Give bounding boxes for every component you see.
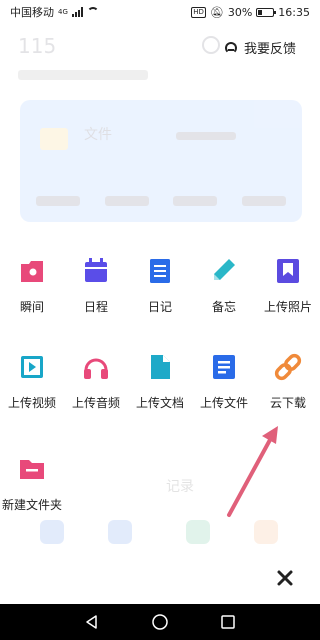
- menu-item-upload-video[interactable]: 上传视频: [0, 352, 64, 411]
- moment-icon: [21, 261, 43, 282]
- new-folder-icon: [20, 460, 44, 479]
- background-count: 115: [18, 34, 57, 58]
- network-tag: 4G: [58, 8, 68, 16]
- menu-item-schedule[interactable]: 日程: [64, 256, 128, 315]
- system-nav-bar: [0, 604, 320, 640]
- diary-icon: [150, 259, 170, 283]
- menu-item-label: 上传照片: [263, 300, 312, 314]
- background-card-title: 文件: [84, 127, 112, 143]
- mute-icon: 🔕︎: [209, 5, 224, 19]
- background-card-text: [176, 132, 236, 140]
- menu-item-upload-audio[interactable]: 上传音频: [64, 352, 128, 411]
- back-icon: [86, 615, 97, 629]
- menu-item-upload-document[interactable]: 上传文档: [128, 352, 192, 411]
- menu-item-label: 上传音频: [71, 396, 120, 410]
- menu-item-label: 上传文件: [199, 396, 248, 410]
- background-row: [36, 196, 286, 206]
- menu-item-moment[interactable]: 瞬间: [0, 256, 64, 315]
- battery-icon: [256, 7, 277, 17]
- close-icon: [277, 570, 293, 586]
- background-tile: [108, 520, 132, 544]
- menu-item-new-folder[interactable]: 新建文件夹: [0, 454, 64, 513]
- battery-level: 30%: [227, 5, 253, 19]
- home-icon: [152, 614, 168, 630]
- menu-item-upload-file[interactable]: 上传文件: [192, 352, 256, 411]
- background-tile: [254, 520, 278, 544]
- file-list-icon: [213, 355, 235, 379]
- menu-item-label: 新建文件夹: [1, 498, 62, 512]
- document-icon: [151, 355, 170, 379]
- folder-icon: [40, 128, 68, 150]
- recent-apps-icon: [221, 615, 235, 629]
- headset-icon: [224, 41, 238, 55]
- menu-item-label: 备忘: [211, 300, 236, 314]
- close-button[interactable]: [270, 563, 300, 593]
- menu-item-label: 瞬间: [19, 300, 44, 314]
- photo-bookmark-icon: [277, 259, 299, 283]
- hd-icon: HD: [191, 6, 206, 18]
- background-content: 115 文件 记录: [0, 24, 320, 614]
- calendar-icon: [85, 258, 107, 282]
- menu-item-memo[interactable]: 备忘: [192, 256, 256, 315]
- search-icon: [202, 36, 220, 54]
- menu-item-label: 上传文档: [135, 396, 184, 410]
- menu-item-upload-photo[interactable]: 上传照片: [256, 256, 320, 315]
- status-bar: 中国移动 4G HD 🔕︎ 30% 16:35: [0, 0, 320, 24]
- link-icon: [274, 353, 302, 381]
- background-section-title: 记录: [166, 479, 194, 495]
- background-tile: [40, 520, 64, 544]
- recent-apps-button[interactable]: [208, 604, 248, 640]
- home-button[interactable]: [140, 604, 180, 640]
- pencil-icon: [214, 259, 235, 280]
- menu-item-label: 云下载: [269, 396, 306, 410]
- signal-icon: [71, 7, 83, 17]
- carrier-label: 中国移动: [10, 6, 54, 19]
- menu-item-label: 上传视频: [7, 396, 56, 410]
- background-line: [18, 70, 148, 80]
- menu-item-label: 日程: [83, 300, 108, 314]
- background-tile: [186, 520, 210, 544]
- feedback-button[interactable]: 我要反馈: [224, 38, 296, 57]
- wifi-icon: [86, 7, 99, 17]
- headphones-icon: [84, 358, 108, 379]
- feedback-label: 我要反馈: [244, 42, 297, 57]
- menu-item-cloud-download[interactable]: 云下载: [256, 352, 320, 411]
- back-button[interactable]: [72, 604, 112, 640]
- clock: 16:35: [278, 5, 310, 19]
- menu-item-label: 日记: [147, 300, 172, 314]
- menu-item-diary[interactable]: 日记: [128, 256, 192, 315]
- app-screen: 中国移动 4G HD 🔕︎ 30% 16:35 115 文件 记录 我要反馈 瞬…: [0, 0, 320, 640]
- video-play-icon: [21, 356, 43, 378]
